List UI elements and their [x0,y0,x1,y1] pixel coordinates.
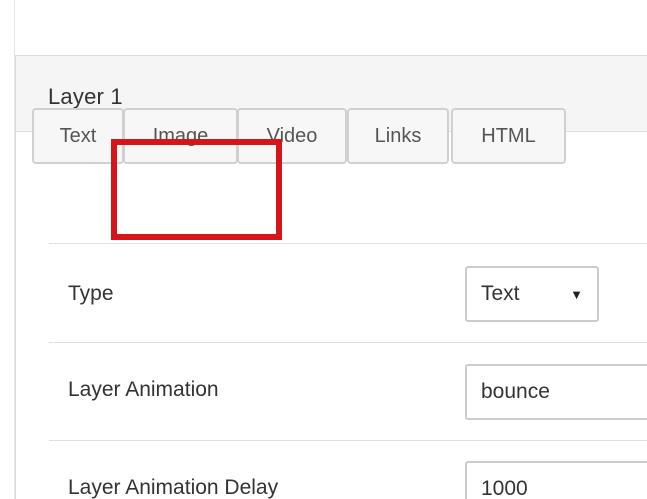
layer-animation-label: Layer Animation [68,378,219,401]
tab-video[interactable]: Video [237,108,347,164]
row-divider [49,440,647,441]
layer-animation-delay-input[interactable] [465,461,647,499]
tab-image[interactable]: Image [123,108,238,164]
layer-animation-delay-label: Layer Animation Delay [68,476,279,499]
tab-links[interactable]: Links [347,108,449,164]
row-divider [49,342,647,343]
panel-title: Layer 1 [48,84,123,109]
type-label: Type [68,282,114,305]
layer-animation-input[interactable] [465,364,647,420]
caret-down-icon: ▼ [570,287,583,302]
type-select[interactable]: Text ▼ [465,266,599,322]
type-select-value: Text [481,282,520,305]
row-divider [49,243,647,244]
tab-text[interactable]: Text [32,108,124,164]
layer-editor-page: Layer 1 Text Image Video Links HTML Type… [0,0,647,499]
tab-html[interactable]: HTML [451,108,566,164]
